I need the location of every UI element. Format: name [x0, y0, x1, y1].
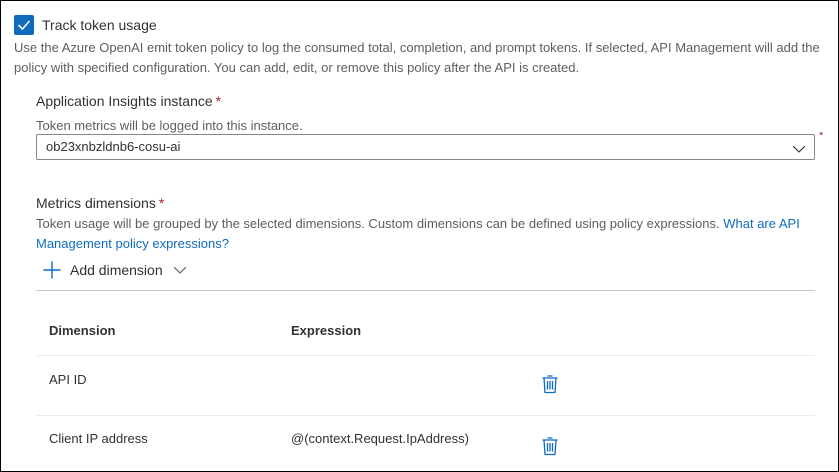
checkmark-icon: [18, 20, 30, 30]
app-insights-label-text: Application Insights instance: [36, 93, 213, 109]
trash-icon: [542, 375, 558, 394]
add-dimension-button[interactable]: Add dimension: [43, 259, 187, 281]
required-asterisk: *: [158, 195, 165, 211]
app-insights-selected-value: ob23xnbzldnb6-cosu-ai: [46, 139, 181, 154]
track-token-usage-checkbox[interactable]: [14, 15, 34, 35]
delete-row-button[interactable]: [541, 436, 559, 461]
delete-row-button[interactable]: [541, 374, 559, 399]
column-header-expression: Expression: [291, 323, 362, 338]
metrics-dimensions-hint: Token usage will be grouped by the selec…: [36, 214, 816, 254]
table-row-divider: [36, 355, 815, 356]
table-row-dimension: Client IP address: [49, 431, 148, 446]
app-insights-hint: Token metrics will be logged into this i…: [36, 118, 303, 133]
table-row-dimension: API ID: [49, 372, 87, 387]
select-required-asterisk: *: [819, 130, 824, 142]
metrics-dimensions-label: Metrics dimensions *: [36, 195, 164, 211]
metrics-dimensions-label-text: Metrics dimensions: [36, 195, 156, 211]
track-token-usage-label[interactable]: Track token usage: [42, 17, 157, 33]
track-token-usage-description: Use the Azure OpenAI emit token policy t…: [14, 40, 820, 75]
chevron-down-icon: [792, 141, 806, 159]
chevron-down-icon: [173, 266, 186, 274]
column-header-dimension: Dimension: [49, 323, 116, 338]
token-usage-panel: Track token usage Use the Azure OpenAI e…: [0, 0, 839, 472]
toolbar-divider: [36, 290, 815, 291]
plus-icon: [43, 261, 61, 279]
table-row-expression: @(context.Request.IpAddress): [291, 431, 469, 446]
app-insights-label: Application Insights instance *: [36, 93, 221, 109]
required-asterisk: *: [215, 93, 222, 109]
metrics-dimensions-hint-text: Token usage will be grouped by the selec…: [36, 216, 720, 231]
app-insights-select[interactable]: ob23xnbzldnb6-cosu-ai: [36, 134, 815, 160]
add-dimension-label: Add dimension: [70, 262, 163, 278]
table-row-divider: [36, 415, 815, 416]
trash-icon: [542, 437, 558, 456]
